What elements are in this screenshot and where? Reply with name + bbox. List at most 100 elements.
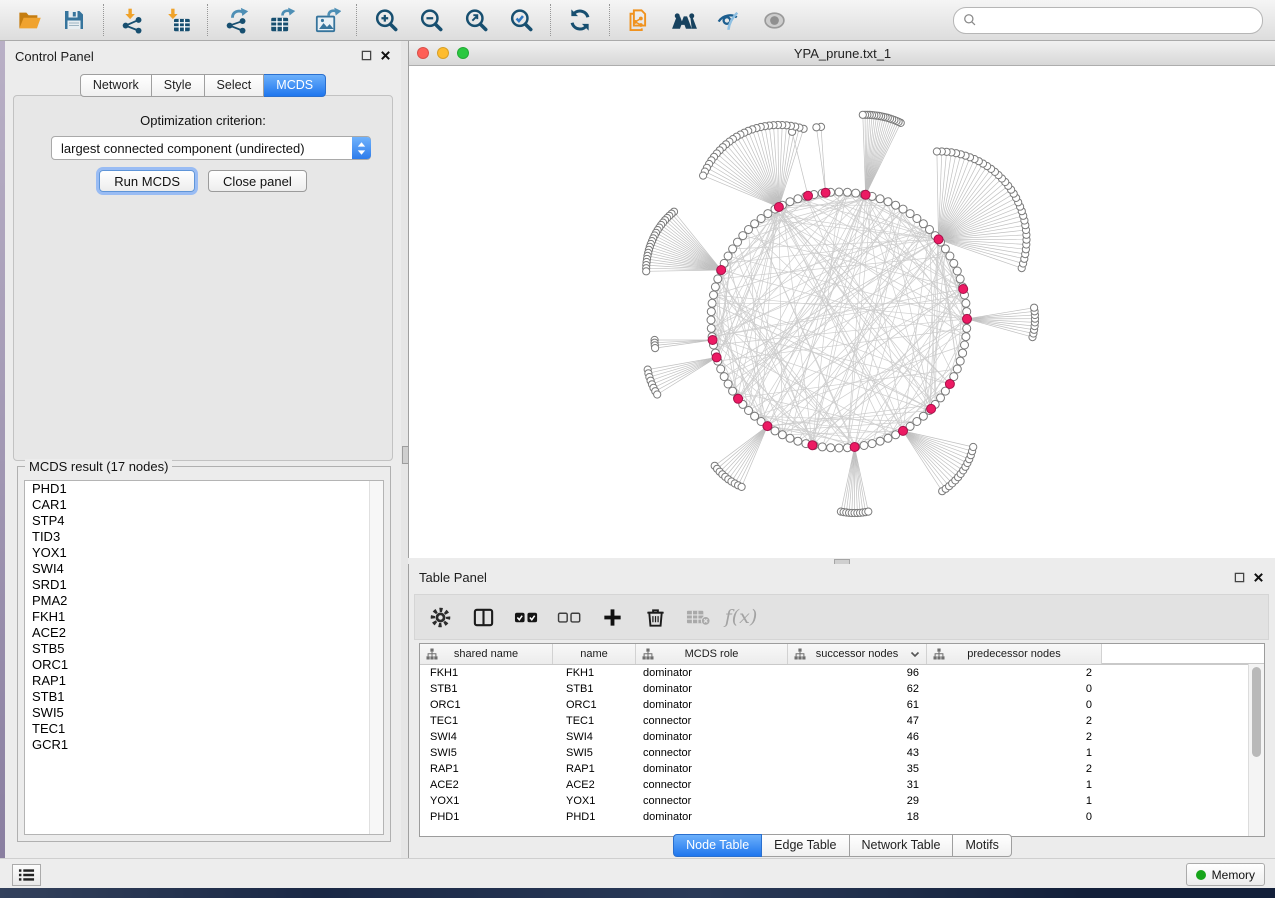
list-scrollbar[interactable] <box>369 481 383 834</box>
column-header-mcds-role[interactable]: MCDS role <box>636 644 788 664</box>
task-history-button[interactable] <box>12 864 41 886</box>
scrollbar-thumb[interactable] <box>1252 667 1261 757</box>
column-header-successor-nodes[interactable]: successor nodes <box>788 644 927 664</box>
add-column-button[interactable] <box>599 604 625 630</box>
table-tab-node-table[interactable]: Node Table <box>673 834 762 857</box>
function-builder-button[interactable]: f(x) <box>728 604 754 630</box>
run-mcds-button[interactable]: Run MCDS <box>99 170 195 192</box>
mcds-result-item[interactable]: ACE2 <box>25 625 383 641</box>
eye-button[interactable] <box>759 5 789 35</box>
mcds-result-item[interactable]: ORC1 <box>25 657 383 673</box>
table-cell[interactable]: ORC1 <box>553 699 636 711</box>
table-cell[interactable]: TEC1 <box>420 715 553 727</box>
table-cell[interactable]: PHD1 <box>420 811 553 823</box>
table-cell[interactable]: ORC1 <box>420 699 553 711</box>
column-header-name[interactable]: name <box>553 644 636 664</box>
table-cell[interactable]: dominator <box>636 763 788 775</box>
zoom-fit-button[interactable] <box>461 5 491 35</box>
table-cell[interactable]: connector <box>636 715 788 727</box>
table-row[interactable]: RAP1RAP1dominator352 <box>420 761 1264 777</box>
delete-table-button[interactable] <box>685 604 711 630</box>
optimization-criterion-select[interactable]: largest connected component (undirected) <box>51 136 371 160</box>
table-row[interactable]: STB1STB1dominator620 <box>420 681 1264 697</box>
table-scrollbar[interactable] <box>1248 664 1264 836</box>
table-cell[interactable]: YOX1 <box>420 795 553 807</box>
table-cell[interactable]: 35 <box>788 763 927 775</box>
show-columns-button[interactable] <box>470 604 496 630</box>
mcds-result-item[interactable]: GCR1 <box>25 737 383 753</box>
mcds-result-item[interactable]: PHD1 <box>25 481 383 497</box>
table-cell[interactable]: 0 <box>927 811 1102 823</box>
close-panel-button[interactable]: Close panel <box>208 170 307 192</box>
control-tab-network[interactable]: Network <box>80 74 152 97</box>
table-cell[interactable]: 18 <box>788 811 927 823</box>
refresh-button[interactable] <box>565 5 595 35</box>
table-cell[interactable]: 31 <box>788 779 927 791</box>
import-table-button[interactable] <box>163 5 193 35</box>
table-cell[interactable]: STB1 <box>420 683 553 695</box>
delete-column-button[interactable] <box>642 604 668 630</box>
table-row[interactable]: SWI4SWI4dominator462 <box>420 729 1264 745</box>
table-cell[interactable]: FKH1 <box>420 667 553 679</box>
table-cell[interactable]: STB1 <box>553 683 636 695</box>
control-tab-select[interactable]: Select <box>205 74 265 97</box>
mcds-result-item[interactable]: FKH1 <box>25 609 383 625</box>
share-document-button[interactable] <box>624 5 654 35</box>
table-cell[interactable]: 96 <box>788 667 927 679</box>
table-cell[interactable]: dominator <box>636 699 788 711</box>
mcds-result-item[interactable]: STB5 <box>25 641 383 657</box>
column-header-shared-name[interactable]: shared name <box>420 644 553 664</box>
table-row[interactable]: SWI5SWI5connector431 <box>420 745 1264 761</box>
export-image-button[interactable] <box>312 5 342 35</box>
float-panel-icon[interactable] <box>1234 572 1245 583</box>
table-settings-button[interactable] <box>427 604 453 630</box>
table-cell[interactable]: 2 <box>927 715 1102 727</box>
table-cell[interactable]: ACE2 <box>553 779 636 791</box>
binoculars-button[interactable] <box>669 5 699 35</box>
mcds-result-item[interactable]: SWI5 <box>25 705 383 721</box>
network-graph[interactable] <box>409 66 1275 558</box>
select-all-button[interactable] <box>513 604 539 630</box>
column-header-predecessor-nodes[interactable]: predecessor nodes <box>927 644 1102 664</box>
mcds-result-item[interactable]: SRD1 <box>25 577 383 593</box>
table-cell[interactable]: 2 <box>927 731 1102 743</box>
zoom-out-button[interactable] <box>416 5 446 35</box>
mcds-result-item[interactable]: CAR1 <box>25 497 383 513</box>
table-cell[interactable]: SWI5 <box>420 747 553 759</box>
table-row[interactable]: PHD1PHD1dominator180 <box>420 809 1264 825</box>
mcds-result-item[interactable]: YOX1 <box>25 545 383 561</box>
table-cell[interactable]: RAP1 <box>420 763 553 775</box>
table-row[interactable]: ACE2ACE2connector311 <box>420 777 1264 793</box>
control-tab-mcds[interactable]: MCDS <box>264 74 326 97</box>
table-cell[interactable]: 61 <box>788 699 927 711</box>
export-table-button[interactable] <box>267 5 297 35</box>
export-network-button[interactable] <box>222 5 252 35</box>
table-tab-motifs[interactable]: Motifs <box>953 834 1011 857</box>
table-cell[interactable]: connector <box>636 795 788 807</box>
table-tab-edge-table[interactable]: Edge Table <box>762 834 849 857</box>
zoom-in-button[interactable] <box>371 5 401 35</box>
table-cell[interactable]: RAP1 <box>553 763 636 775</box>
table-cell[interactable]: dominator <box>636 683 788 695</box>
table-cell[interactable]: connector <box>636 747 788 759</box>
table-cell[interactable]: 2 <box>927 667 1102 679</box>
table-cell[interactable]: connector <box>636 779 788 791</box>
float-panel-icon[interactable] <box>361 50 372 61</box>
table-cell[interactable]: 43 <box>788 747 927 759</box>
control-tab-style[interactable]: Style <box>152 74 205 97</box>
import-network-button[interactable] <box>118 5 148 35</box>
mcds-result-item[interactable]: PMA2 <box>25 593 383 609</box>
table-row[interactable]: ORC1ORC1dominator610 <box>420 697 1264 713</box>
table-cell[interactable]: FKH1 <box>553 667 636 679</box>
hide-eye-button[interactable] <box>714 5 744 35</box>
close-panel-icon[interactable] <box>1253 572 1264 583</box>
table-cell[interactable]: dominator <box>636 731 788 743</box>
mcds-result-item[interactable]: RAP1 <box>25 673 383 689</box>
deselect-all-button[interactable] <box>556 604 582 630</box>
mcds-result-item[interactable]: STP4 <box>25 513 383 529</box>
memory-button[interactable]: Memory <box>1186 863 1265 886</box>
mcds-result-item[interactable]: SWI4 <box>25 561 383 577</box>
table-cell[interactable]: 1 <box>927 795 1102 807</box>
save-session-button[interactable] <box>59 5 89 35</box>
table-cell[interactable]: 2 <box>927 763 1102 775</box>
